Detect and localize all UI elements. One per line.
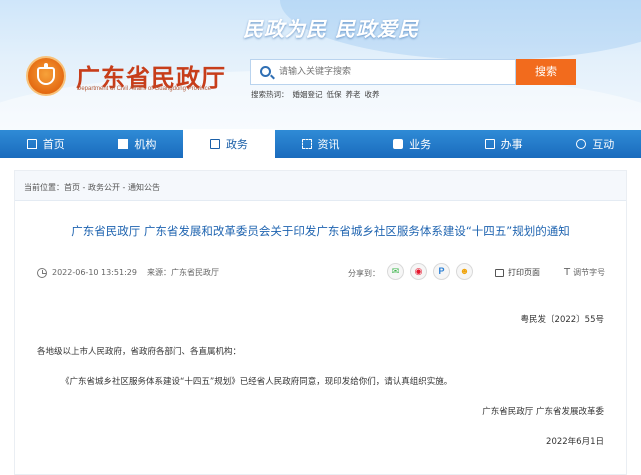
wechat-icon[interactable]: ✉ [387, 263, 404, 280]
nav-label: 机构 [134, 138, 157, 151]
breadcrumb-home[interactable]: 首页 [64, 183, 80, 192]
nav-item-home[interactable]: 首页 [0, 130, 92, 158]
book-icon [118, 139, 129, 149]
pyq-icon[interactable]: P [433, 263, 450, 280]
breadcrumb-separator: - [80, 183, 88, 192]
site-name-english: Department of Civil Affairs of Guangdong… [77, 86, 211, 92]
hot-term-marriage[interactable]: 婚姻登记 [293, 90, 323, 99]
font-size-button[interactable]: T 调节字号 [564, 267, 605, 278]
hot-term-dibao[interactable]: 低保 [327, 90, 342, 99]
print-button[interactable]: 打印页面 [495, 267, 540, 278]
article-body: 《广东省城乡社区服务体系建设“十四五”规划》已经省人民政府同意，现印发给你们，请… [61, 377, 453, 387]
nav-label: 业务 [409, 138, 432, 151]
nav-label: 互动 [592, 138, 615, 151]
document-icon [209, 139, 220, 149]
weibo-icon[interactable]: ◉ [410, 263, 427, 280]
article-meta: 2022-06-10 13:51:29 来源：广东省民政厅 [37, 267, 219, 278]
hot-search-terms: 搜索热词： 婚姻登记 低保 养老 收养 [251, 89, 384, 100]
briefcase-icon [393, 139, 404, 149]
printer-icon [495, 268, 504, 277]
article-source: 来源：广东省民政厅 [146, 268, 219, 277]
breadcrumb: 当前位置：首页 - 政务公开 - 通知公告 [24, 182, 160, 193]
breadcrumb-prefix: 当前位置： [24, 183, 64, 192]
site-header: 民政为民 民政爱民 广东省民政厅 Department of Civil Aff… [0, 0, 641, 130]
nav-item-institution[interactable]: 机构 [92, 130, 184, 158]
breadcrumb-gov-open[interactable]: 政务公开 [88, 183, 120, 192]
print-label: 打印页面 [508, 268, 540, 277]
search-button[interactable]: 搜索 [516, 59, 576, 85]
article-container: 当前位置：首页 - 政务公开 - 通知公告 广东省民政厅 广东省发展和改革委员会… [14, 170, 627, 475]
department-logo-icon[interactable] [26, 56, 66, 96]
news-icon [301, 139, 312, 149]
nav-item-government-affairs[interactable]: 政务 [183, 129, 275, 159]
publish-time: 2022-06-10 13:51:29 [52, 268, 137, 277]
article-date: 2022年6月1日 [546, 437, 604, 447]
breadcrumb-separator: - [119, 183, 128, 192]
nav-label: 政务 [225, 138, 248, 151]
nav-label: 资讯 [317, 138, 340, 151]
article-signature: 广东省民政厅 广东省发展改革委 [482, 407, 604, 417]
nav-item-interaction[interactable]: 互动 [549, 130, 641, 158]
breadcrumb-notices[interactable]: 通知公告 [128, 183, 160, 192]
header-slogan: 民政为民 民政爱民 [243, 17, 419, 41]
document-number: 粤民发〔2022〕55号 [520, 315, 604, 325]
search-box[interactable] [250, 59, 516, 85]
clock-icon [37, 267, 47, 278]
font-size-icon: T [564, 267, 571, 278]
qq-icon[interactable]: ☻ [456, 263, 473, 280]
article-recipients: 各地级以上市人民政府，省政府各部门、各直属机构： [37, 347, 242, 357]
nav-item-news[interactable]: 资讯 [275, 130, 367, 158]
nav-label: 办事 [500, 138, 523, 151]
nav-item-business[interactable]: 业务 [366, 130, 458, 158]
search-icon [260, 66, 271, 77]
service-icon [484, 139, 495, 149]
nav-label: 首页 [42, 138, 65, 151]
hot-term-elderly[interactable]: 养老 [346, 90, 361, 99]
nav-item-services[interactable]: 办事 [458, 130, 550, 158]
breadcrumb-bar: 当前位置：首页 - 政务公开 - 通知公告 [15, 171, 626, 201]
home-icon [26, 139, 37, 149]
share-label: 分享到： [348, 269, 380, 278]
main-nav: 首页 机构 政务 资讯 业务 办事 互动 [0, 129, 641, 159]
chat-icon [576, 139, 587, 149]
search-input[interactable] [279, 63, 509, 81]
hot-search-label: 搜索热词： [251, 90, 289, 99]
article-title: 广东省民政厅 广东省发展和改革委员会关于印发广东省城乡社区服务体系建设“十四五”… [71, 224, 570, 238]
hot-term-adoption[interactable]: 收养 [365, 90, 380, 99]
font-size-label: 调节字号 [573, 268, 606, 277]
